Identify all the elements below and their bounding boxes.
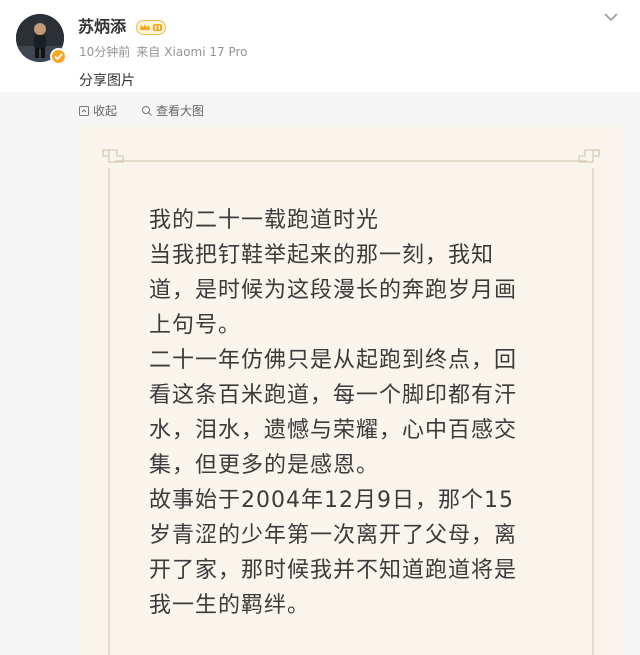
post-meta: 10分钟前 来自 Xiaomi 17 Pro (79, 44, 248, 60)
essay-line: 集，但更多的是感恩。 (149, 453, 380, 478)
vip-badge-icon[interactable] (136, 20, 166, 35)
essay-line: 故事始于2004年12月9日，那个15 (149, 488, 514, 513)
view-large-button[interactable]: 查看大图 (141, 104, 204, 118)
essay-line: 水，泪水，遗憾与荣耀，心中百感交 (149, 418, 518, 443)
essay-title: 我的二十一载跑道时光 (149, 208, 380, 233)
author-name[interactable]: 苏炳添 (78, 17, 126, 37)
essay-line: 看这条百米跑道，每一个脚印都有汗 (149, 383, 518, 408)
essay-line: 我一生的羁绊。 (149, 593, 311, 618)
search-icon (142, 106, 152, 116)
essay-line: 二十一年仿佛只是从起跑到终点，回 (149, 348, 518, 373)
collapse-icon (79, 106, 89, 116)
essay-text: 我的二十一载跑道时光 当我把钉鞋举起来的那一刻，我知 道，是时候为这段漫长的奔跑… (149, 203, 579, 623)
collapse-label: 收起 (93, 104, 118, 118)
post-time[interactable]: 10分钟前 (79, 45, 130, 59)
view-large-label: 查看大图 (156, 104, 205, 118)
essay-line: 上句号。 (149, 313, 242, 338)
avatar[interactable] (16, 14, 67, 65)
essay-line: 当我把钉鞋举起来的那一刻，我知 (149, 243, 495, 268)
post-text: 分享图片 (79, 73, 135, 89)
verified-icon (50, 48, 67, 65)
source-label: 来自 (136, 45, 161, 59)
essay-line: 开了家，那时候我并不知道跑道将是 (149, 558, 518, 583)
essay-line: 岁青涩的少年第一次离开了父母，离 (149, 523, 518, 548)
weibo-post: 苏炳添 10分钟前 来自 Xiaomi 17 Pro 分享图片 收起 查看大图 … (0, 0, 640, 655)
post-image[interactable]: 我的二十一载跑道时光 当我把钉鞋举起来的那一刻，我知 道，是时候为这段漫长的奔跑… (79, 126, 623, 655)
essay-line: 道，是时候为这段漫长的奔跑岁月画 (149, 278, 518, 303)
letter-paper: 我的二十一载跑道时光 当我把钉鞋举起来的那一刻，我知 道，是时候为这段漫长的奔跑… (79, 126, 623, 655)
collapse-button[interactable]: 收起 (78, 104, 117, 118)
source-device: Xiaomi 17 Pro (164, 45, 248, 59)
chevron-down-icon[interactable] (602, 10, 620, 24)
